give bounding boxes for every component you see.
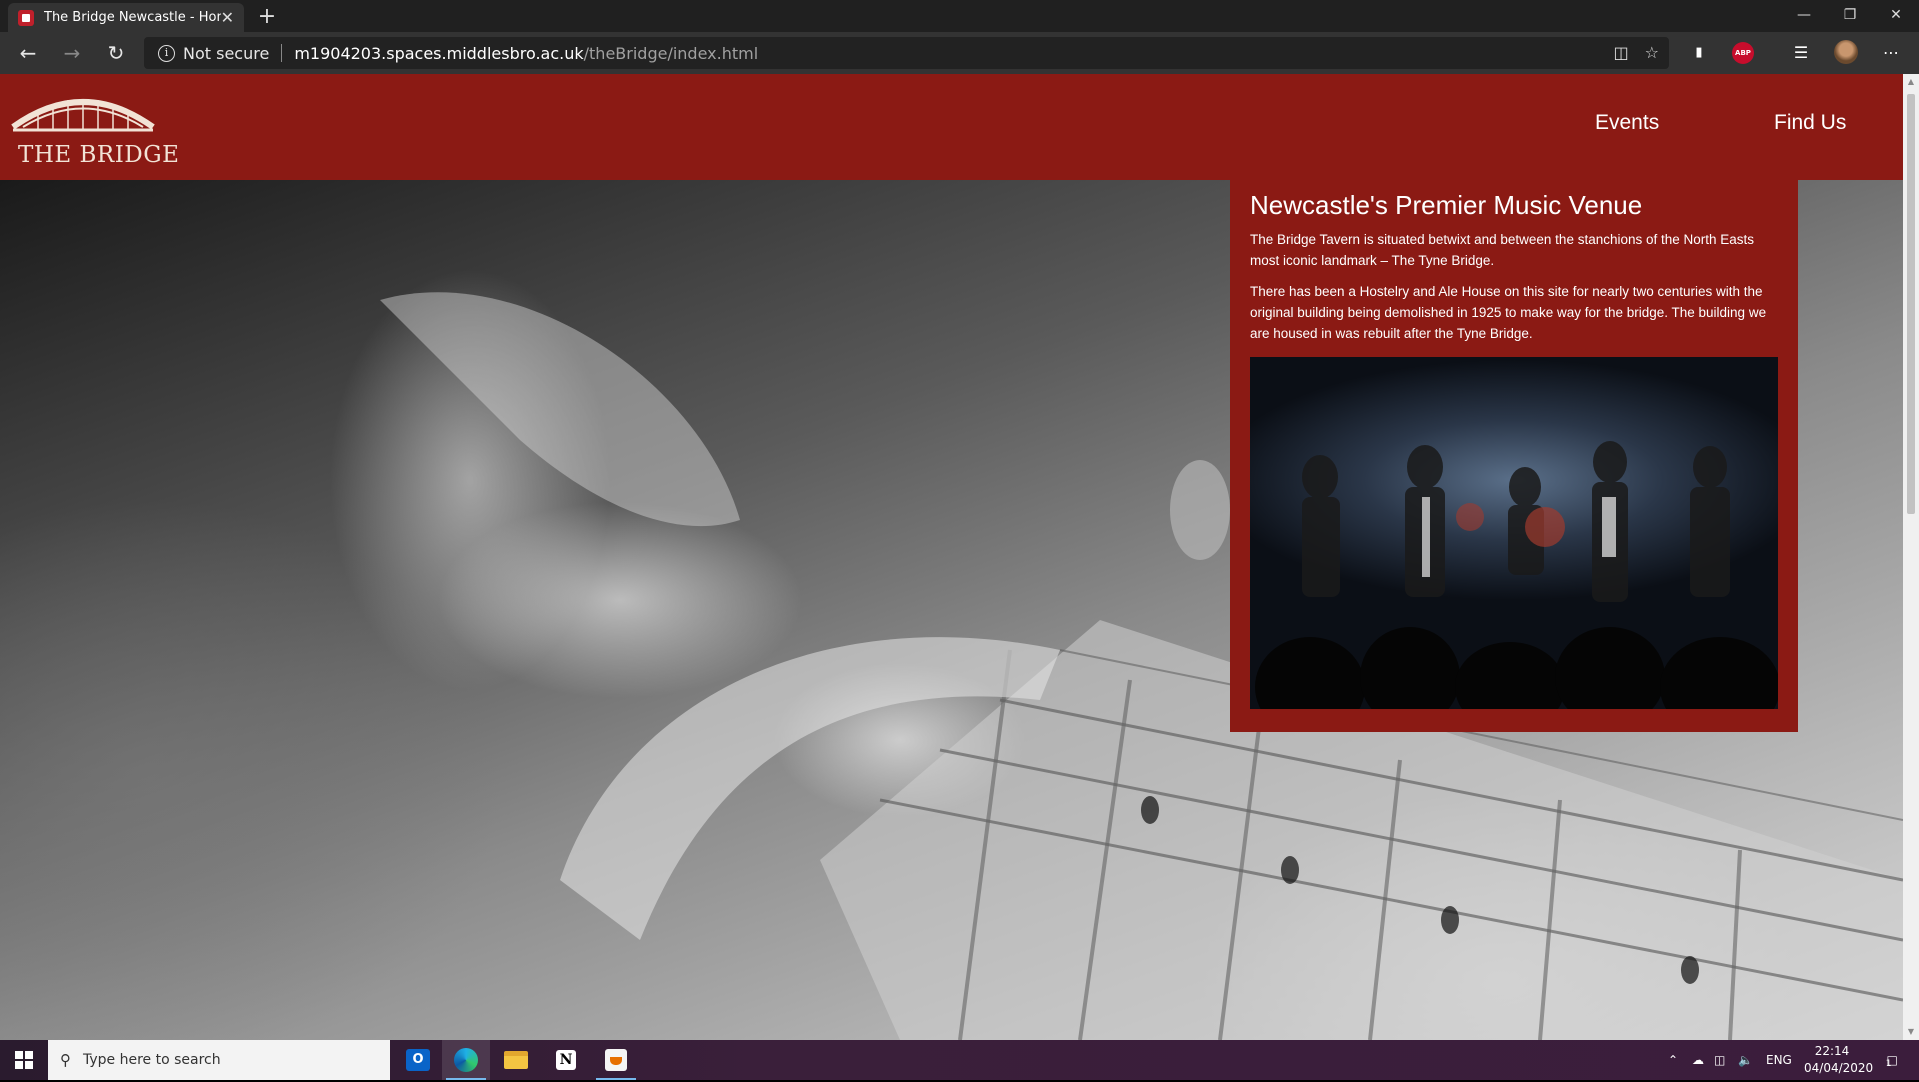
venue-info-panel: Newcastle's Premier Music Venue The Brid… — [1230, 180, 1798, 732]
site-favicon-icon — [18, 9, 34, 26]
browser-tab-bar: The Bridge Newcastle - Home ✕ + — ❐ ✕ — [0, 0, 1919, 32]
onedrive-icon[interactable]: ☁ — [1692, 1040, 1704, 1080]
windows-logo-icon — [15, 1051, 33, 1069]
windows-taskbar: ⚲ Type here to search O N ⌃ ☁ ◫ 🔈 ENG 22… — [0, 1040, 1919, 1080]
panel-paragraph-1: The Bridge Tavern is situated betwixt an… — [1250, 232, 1755, 268]
nav-link-find-us[interactable]: Find Us — [1774, 111, 1846, 135]
site-header: THE BRIDGE Events Find Us — [0, 74, 1903, 180]
tab-title: The Bridge Newcastle - Home — [44, 10, 221, 25]
close-window-icon[interactable]: ✕ — [1873, 0, 1919, 32]
the-bridge-logo[interactable]: THE BRIDGE — [8, 82, 179, 174]
logo-text: THE BRIDGE — [18, 142, 180, 168]
address-separator — [281, 44, 283, 62]
reader-view-icon[interactable]: ◫ — [1614, 43, 1629, 62]
notion-icon[interactable]: N — [542, 1040, 590, 1080]
profile-avatar[interactable] — [1834, 40, 1858, 64]
address-bar[interactable]: i Not secure m1904203.spaces.middlesbro.… — [144, 37, 1669, 69]
page-scrollbar[interactable]: ▲ ▼ — [1903, 74, 1919, 1040]
volume-icon[interactable]: 🔈 — [1738, 1040, 1753, 1080]
restore-icon[interactable]: ❐ — [1827, 0, 1873, 32]
forward-icon[interactable]: → — [56, 38, 88, 68]
minimize-icon[interactable]: — — [1781, 0, 1827, 32]
search-icon: ⚲ — [60, 1051, 71, 1069]
scroll-up-icon[interactable]: ▲ — [1903, 74, 1919, 90]
more-icon[interactable]: ⋯ — [1880, 42, 1902, 64]
clock-date: 04/04/2020 — [1804, 1061, 1874, 1075]
page-viewport: THE BRIDGE Events Find Us Newcastle's Pr… — [0, 74, 1903, 1040]
taskbar-search-box[interactable]: ⚲ Type here to search — [48, 1040, 390, 1080]
notification-count: 1 — [1885, 1059, 1892, 1069]
clock-time: 22:14 — [1814, 1044, 1850, 1058]
favorites-icon[interactable]: ☰ — [1790, 42, 1812, 64]
network-icon[interactable]: ◫ — [1714, 1040, 1725, 1080]
new-tab-button[interactable]: + — [254, 4, 280, 30]
url-host[interactable]: m1904203.spaces.middlesbro.ac.uk — [294, 44, 583, 63]
scroll-down-icon[interactable]: ▼ — [1903, 1024, 1919, 1040]
notification-center-icon[interactable]: □1 — [1880, 1040, 1910, 1080]
bridge-arch-icon — [11, 99, 155, 132]
adblock-icon[interactable]: ABP — [1732, 42, 1754, 64]
taskbar-clock[interactable]: 22:14 04/04/2020 — [1804, 1043, 1874, 1077]
show-hidden-icons[interactable]: ⌃ — [1668, 1040, 1678, 1080]
band-live-photo — [1250, 357, 1778, 709]
file-explorer-icon[interactable] — [492, 1040, 540, 1080]
search-placeholder: Type here to search — [83, 1052, 221, 1068]
panel-paragraph-2: There has been a Hostelry and Ale House … — [1250, 284, 1767, 341]
java-app-icon[interactable] — [592, 1040, 640, 1080]
favorite-star-icon[interactable]: ☆ — [1645, 43, 1659, 62]
start-button[interactable] — [0, 1040, 48, 1080]
outlook-icon[interactable]: O — [394, 1040, 442, 1080]
scrollbar-thumb[interactable] — [1907, 94, 1915, 514]
nav-link-events[interactable]: Events — [1595, 111, 1659, 135]
panel-title: Newcastle's Premier Music Venue — [1250, 190, 1643, 220]
refresh-icon[interactable]: ↻ — [100, 38, 132, 68]
back-icon[interactable]: ← — [12, 38, 44, 68]
info-icon[interactable]: i — [158, 44, 175, 62]
extension-icon[interactable]: ▮ — [1688, 42, 1710, 64]
browser-toolbar: ← → ↻ i Not secure m1904203.spaces.middl… — [0, 32, 1919, 74]
edge-icon[interactable] — [442, 1040, 490, 1080]
security-label[interactable]: Not secure — [183, 44, 269, 63]
language-indicator[interactable]: ENG — [1766, 1040, 1792, 1080]
browser-tab-active[interactable]: The Bridge Newcastle - Home ✕ — [8, 3, 244, 32]
url-path[interactable]: /theBridge/index.html — [584, 44, 759, 63]
tab-close-icon[interactable]: ✕ — [221, 8, 234, 27]
